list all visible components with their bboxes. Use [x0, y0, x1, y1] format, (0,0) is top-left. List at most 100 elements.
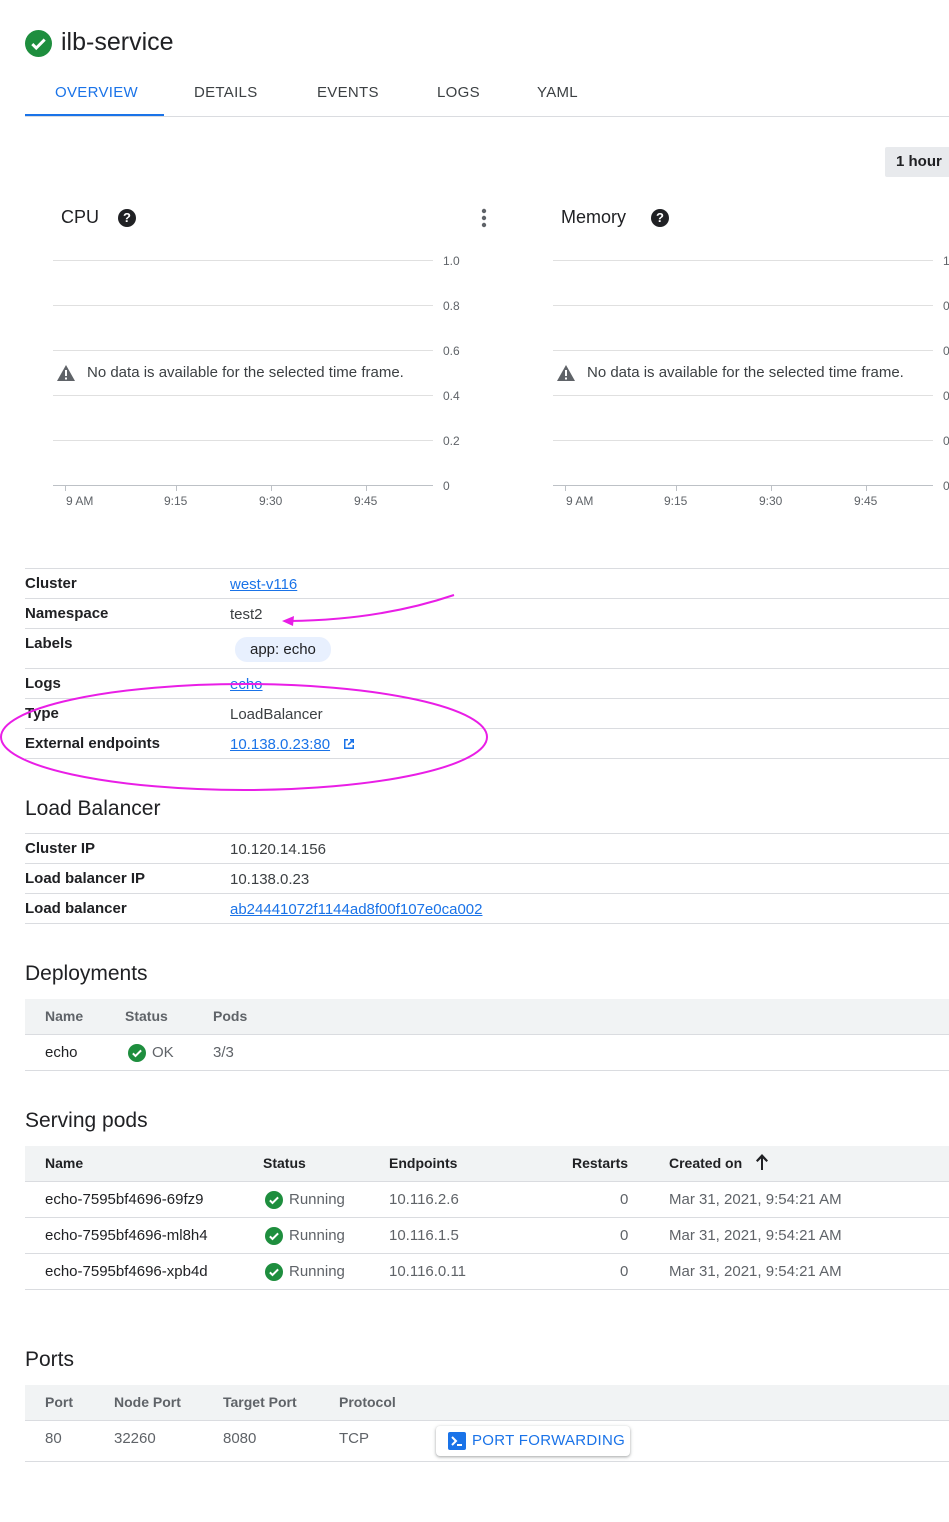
- lb-label: Load balancer: [25, 900, 127, 917]
- col-name[interactable]: Name: [45, 1155, 83, 1171]
- y-tick-label: 1: [943, 254, 949, 268]
- y-tick-label: 0: [943, 434, 949, 448]
- col-status[interactable]: Status: [125, 1008, 168, 1024]
- gridline: [553, 305, 933, 306]
- y-tick-label: 1.0: [443, 254, 460, 268]
- pod-restarts: 0: [620, 1191, 629, 1208]
- cluster-ip-value: 10.120.14.156: [230, 841, 326, 858]
- port-value: 80: [45, 1430, 62, 1447]
- pod-status: Running: [289, 1263, 345, 1280]
- serving-pods-table-header: Name Status Endpoints Restarts Created o…: [25, 1146, 949, 1182]
- cpu-chart-title: CPU: [61, 207, 100, 227]
- x-axis-line: [53, 485, 433, 486]
- gridline: [553, 395, 933, 396]
- pod-restarts: 0: [620, 1263, 629, 1280]
- col-target-port[interactable]: Target Port: [223, 1394, 297, 1410]
- pod-name-link[interactable]: echo-7595bf4696-69fz9: [45, 1191, 203, 1208]
- col-protocol[interactable]: Protocol: [339, 1394, 396, 1410]
- pod-status: Running: [289, 1191, 345, 1208]
- tab-yaml[interactable]: YAML: [537, 84, 578, 101]
- gridline: [553, 440, 933, 441]
- target-port-value: 8080: [223, 1430, 257, 1447]
- x-tick-label: 9:30: [759, 494, 783, 508]
- gridline: [553, 350, 933, 351]
- tab-bar: OVERVIEW DETAILS EVENTS LOGS YAML: [25, 72, 949, 117]
- x-tick-label: 9:45: [354, 494, 378, 508]
- col-node-port[interactable]: Node Port: [114, 1394, 181, 1410]
- x-axis-line: [553, 485, 933, 486]
- x-tick-label: 9:15: [164, 494, 188, 508]
- tab-logs[interactable]: LOGS: [437, 84, 480, 101]
- ports-table-header: Port Node Port Target Port Protocol: [25, 1385, 949, 1421]
- deployment-pods: 3/3: [213, 1044, 234, 1061]
- check-circle-icon: [265, 1227, 283, 1245]
- col-pods[interactable]: Pods: [213, 1008, 247, 1024]
- col-port[interactable]: Port: [45, 1394, 73, 1410]
- x-tick-label: 9:15: [664, 494, 688, 508]
- deployment-name-link[interactable]: echo: [45, 1044, 78, 1061]
- arrow-upward-icon[interactable]: [754, 1153, 770, 1171]
- pod-restarts: 0: [620, 1227, 629, 1244]
- x-tick-label: 9:30: [259, 494, 283, 508]
- x-tick-label: 9 AM: [566, 494, 594, 508]
- active-tab-indicator: [25, 114, 164, 116]
- load-balancer-title: Load Balancer: [25, 797, 161, 820]
- deployments-table-header: Name Status Pods: [25, 999, 949, 1035]
- tab-events[interactable]: EVENTS: [317, 84, 379, 101]
- annotation-overlay: [0, 594, 488, 791]
- pod-endpoint: 10.116.0.11: [389, 1263, 467, 1280]
- warning-icon: [57, 365, 75, 381]
- protocol-value: TCP: [339, 1430, 369, 1447]
- tab-overview[interactable]: OVERVIEW: [55, 84, 138, 101]
- pod-name-link[interactable]: echo-7595bf4696-ml8h4: [45, 1227, 208, 1244]
- y-tick-label: 0: [943, 299, 949, 313]
- help-icon[interactable]: ?: [651, 209, 669, 227]
- pod-name-link[interactable]: echo-7595bf4696-xpb4d: [45, 1263, 208, 1280]
- gridline: [553, 260, 933, 261]
- pod-created: Mar 31, 2021, 9:54:21 AM: [669, 1227, 842, 1244]
- cluster-ip-label: Cluster IP: [25, 840, 96, 857]
- ports-title: Ports: [25, 1348, 75, 1371]
- port-forwarding-button[interactable]: PORT FORWARDING: [436, 1426, 630, 1456]
- time-range-button[interactable]: 1 hour: [885, 147, 949, 177]
- col-restarts[interactable]: Restarts: [572, 1155, 628, 1171]
- y-tick-label: 0.6: [443, 344, 460, 358]
- tab-details[interactable]: DETAILS: [194, 84, 258, 101]
- no-data-message: No data is available for the selected ti…: [587, 364, 904, 381]
- pod-status: Running: [289, 1227, 345, 1244]
- col-created-on[interactable]: Created on: [669, 1155, 742, 1171]
- load-balancer-link[interactable]: ab24441072f1144ad8f00f107e0ca002: [230, 901, 482, 918]
- lb-ip-value: 10.138.0.23: [230, 871, 310, 888]
- y-tick-label: 0.8: [443, 299, 460, 313]
- col-name[interactable]: Name: [45, 1008, 83, 1024]
- pod-endpoint: 10.116.2.6: [389, 1191, 459, 1208]
- lb-ip-label: Load balancer IP: [25, 870, 146, 887]
- x-tick-label: 9:45: [854, 494, 878, 508]
- more-vert-icon[interactable]: [478, 207, 490, 231]
- y-tick-label: 0: [443, 479, 450, 493]
- deployments-title: Deployments: [25, 962, 148, 985]
- y-tick-label: 0.2: [443, 434, 460, 448]
- page-title: ilb-service: [61, 28, 174, 56]
- col-endpoints[interactable]: Endpoints: [389, 1155, 457, 1171]
- check-circle-icon: [265, 1191, 283, 1209]
- gridline: [53, 440, 433, 441]
- port-forwarding-label: PORT FORWARDING: [472, 1432, 626, 1449]
- y-tick-label: 0: [943, 344, 949, 358]
- x-tick-label: 9 AM: [66, 494, 94, 508]
- gridline: [53, 305, 433, 306]
- memory-chart-title: Memory: [561, 207, 627, 227]
- y-tick-label: 0: [943, 389, 949, 403]
- no-data-message: No data is available for the selected ti…: [87, 364, 404, 381]
- terminal-icon: [448, 1432, 466, 1450]
- pod-created: Mar 31, 2021, 9:54:21 AM: [669, 1191, 842, 1208]
- node-port-value: 32260: [114, 1430, 156, 1447]
- gridline: [53, 395, 433, 396]
- gridline: [53, 350, 433, 351]
- pod-created: Mar 31, 2021, 9:54:21 AM: [669, 1263, 842, 1280]
- col-status[interactable]: Status: [263, 1155, 306, 1171]
- check-circle-icon: [265, 1263, 283, 1281]
- pod-endpoint: 10.116.1.5: [389, 1227, 459, 1244]
- help-icon[interactable]: ?: [118, 209, 136, 227]
- serving-pods-title: Serving pods: [25, 1109, 148, 1132]
